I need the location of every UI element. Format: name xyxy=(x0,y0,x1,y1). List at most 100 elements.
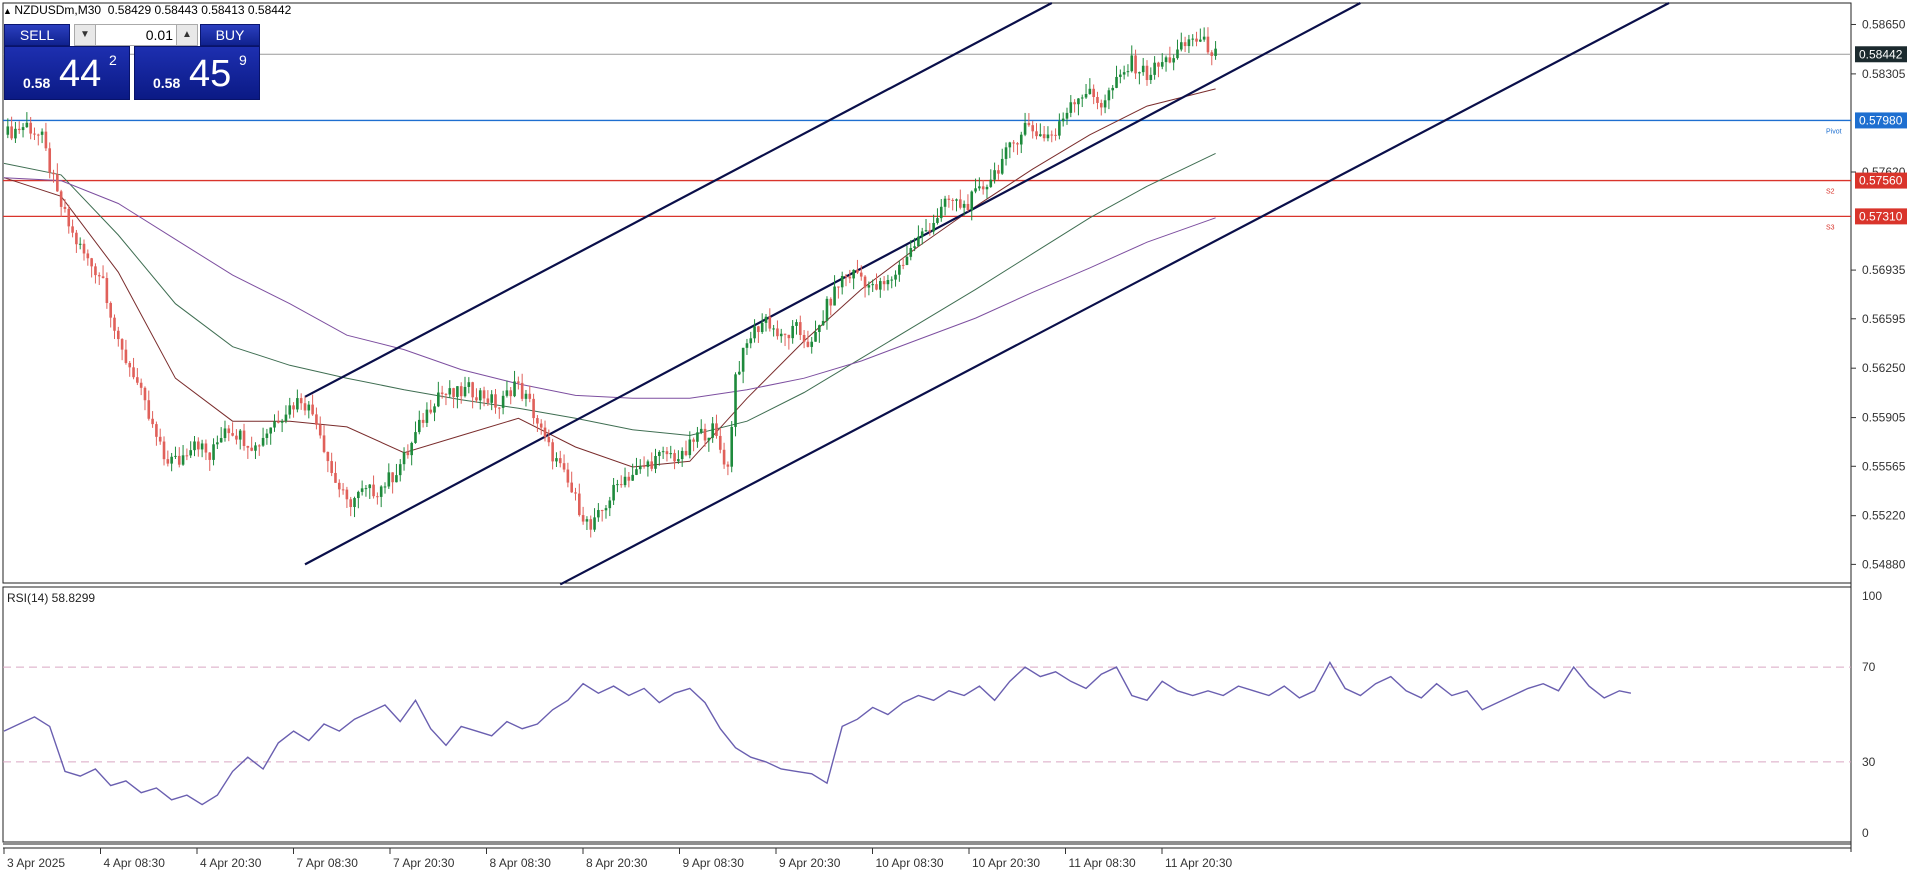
candle-body xyxy=(1000,158,1004,174)
candle-body xyxy=(212,444,215,460)
candle-body xyxy=(391,472,394,483)
price-axis-tick: 0.58650 xyxy=(1862,17,1906,31)
dropdown-arrow-icon[interactable]: ▲ xyxy=(3,6,14,16)
candle-body xyxy=(1042,134,1046,139)
candle-body xyxy=(536,418,539,424)
lot-decrease-icon[interactable]: ▼ xyxy=(75,25,96,45)
candle-body xyxy=(1179,42,1183,50)
candle-body xyxy=(638,465,642,470)
chart-area[interactable]: PivotS2S3 0.586500.583050.576200.569350.… xyxy=(0,0,1916,874)
candle-body xyxy=(353,498,356,508)
candle-body xyxy=(265,433,269,438)
candle-body xyxy=(787,334,791,339)
candle-body xyxy=(661,451,665,453)
candle-body xyxy=(200,443,204,450)
candle-body xyxy=(1214,48,1217,56)
candle-body xyxy=(177,455,181,465)
sell-price-box[interactable]: 0.58 44 2 xyxy=(4,46,130,100)
candle-body xyxy=(6,126,10,135)
candle-body xyxy=(17,128,21,131)
candle-body xyxy=(368,484,372,489)
buy-price-box[interactable]: 0.58 45 9 xyxy=(134,46,260,100)
candle-body xyxy=(318,424,322,436)
candle-body xyxy=(1145,65,1149,81)
candle-body xyxy=(75,232,78,245)
candle-body xyxy=(692,439,695,442)
candle-body xyxy=(109,303,112,318)
candle-body xyxy=(227,428,231,434)
lot-size-input[interactable]: ▼ 0.01 ▲ xyxy=(74,24,198,46)
candle-body xyxy=(395,475,398,483)
candle-body xyxy=(440,392,444,394)
candle-body xyxy=(1176,49,1179,59)
candle-body xyxy=(791,325,794,339)
candle-body xyxy=(1172,58,1175,63)
one-click-trading-panel: SELL ▼ 0.01 ▲ BUY 0.58 44 2 0.58 45 9 xyxy=(4,24,260,100)
candle-body xyxy=(429,409,433,413)
candle-body xyxy=(1111,87,1115,91)
candle-body xyxy=(219,438,223,443)
time-axis-tick: 9 Apr 08:30 xyxy=(683,856,745,870)
candle-body xyxy=(665,451,669,455)
candle-body xyxy=(1149,74,1153,81)
time-axis-tick: 11 Apr 08:30 xyxy=(1069,856,1136,870)
candle-body xyxy=(25,122,29,128)
candle-body xyxy=(566,469,570,483)
candle-body xyxy=(223,428,227,439)
candle-body xyxy=(231,433,234,436)
price-axis-tick: 0.56595 xyxy=(1862,312,1906,326)
candle-body xyxy=(277,421,280,423)
candle-body xyxy=(939,206,943,219)
candle-body xyxy=(463,386,467,397)
candle-body xyxy=(94,266,97,276)
candle-body xyxy=(978,186,981,189)
rsi-axis-tick: 70 xyxy=(1862,660,1876,674)
candle-body xyxy=(680,450,684,460)
candle-body xyxy=(128,362,132,368)
candle-body xyxy=(1157,62,1160,67)
candle-body xyxy=(29,122,32,134)
candle-body xyxy=(578,493,581,516)
candle-body xyxy=(284,414,288,422)
candle-body xyxy=(699,428,703,433)
candle-body xyxy=(547,436,551,443)
level-label-pivot: Pivot xyxy=(1826,128,1842,135)
candle-body xyxy=(741,347,745,372)
candle-body xyxy=(292,405,295,410)
candle-body xyxy=(772,328,775,330)
candle-body xyxy=(48,148,52,173)
candle-body xyxy=(631,474,634,481)
candle-body xyxy=(669,453,673,455)
candle-body xyxy=(1199,39,1202,42)
candle-body xyxy=(943,198,947,207)
price-axis-tick: 0.55905 xyxy=(1862,411,1906,425)
candle-body xyxy=(642,465,646,467)
candle-body xyxy=(1096,97,1099,103)
candle-body xyxy=(67,208,71,227)
sell-button[interactable]: SELL xyxy=(4,24,70,46)
candle-body xyxy=(928,230,932,232)
candle-body xyxy=(1164,57,1168,63)
candle-body xyxy=(970,191,974,210)
buy-button[interactable]: BUY xyxy=(200,24,260,46)
ohlc-values: 0.58429 0.58443 0.58413 0.58442 xyxy=(107,3,292,17)
price-axis-tick: 0.55220 xyxy=(1862,509,1906,523)
candle-body xyxy=(802,335,806,342)
candle-body xyxy=(170,456,173,464)
candle-body xyxy=(543,427,547,437)
candle-body xyxy=(1153,62,1156,75)
lot-value[interactable]: 0.01 xyxy=(99,25,173,45)
candle-body xyxy=(101,276,105,279)
time-axis-tick: 4 Apr 20:30 xyxy=(200,856,262,870)
candle-body xyxy=(414,432,417,443)
candle-body xyxy=(52,172,55,175)
candle-body xyxy=(936,218,939,223)
candle-body xyxy=(726,464,730,467)
candle-body xyxy=(379,486,383,497)
candle-body xyxy=(288,405,292,415)
candle-body xyxy=(696,432,699,442)
lot-increase-icon[interactable]: ▲ xyxy=(176,25,197,45)
candle-body xyxy=(718,435,722,450)
candle-body xyxy=(795,322,798,326)
candle-body xyxy=(856,269,859,273)
